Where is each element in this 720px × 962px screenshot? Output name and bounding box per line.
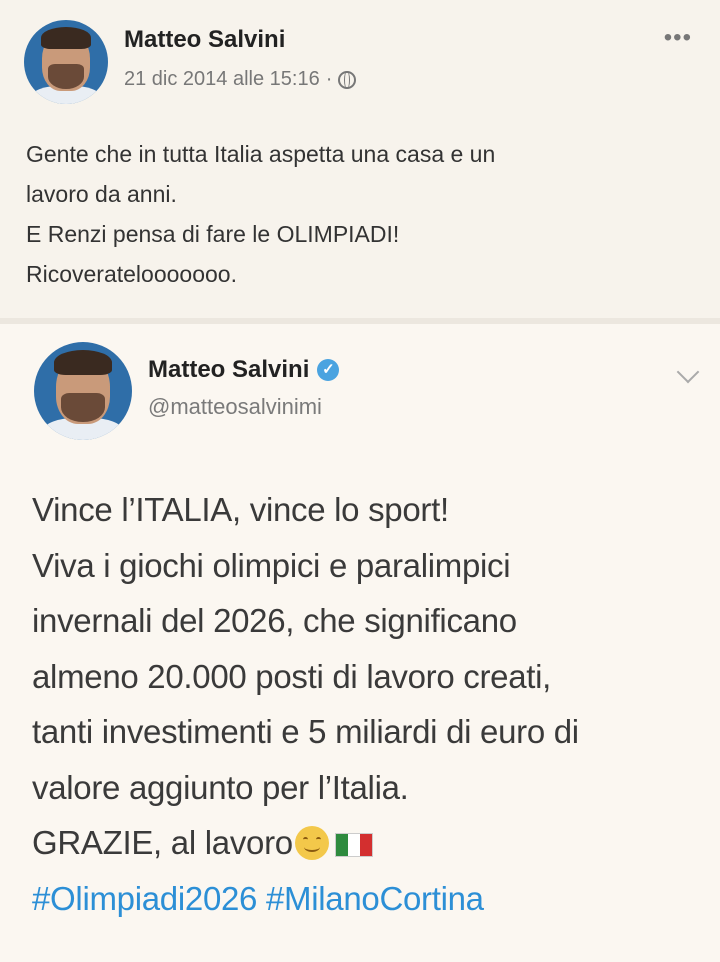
tweet-text-line-last: GRAZIE, al lavoro [32,815,702,871]
post-text-line: E Renzi pensa di fare le OLIMPIADI! [26,221,400,247]
more-options-icon[interactable]: ••• [664,24,692,52]
hashtag-link[interactable]: #MilanoCortina [266,880,484,917]
hashtag-line: #Olimpiadi2026 #MilanoCortina [32,871,702,927]
globe-icon [338,70,357,89]
avatar[interactable] [34,342,132,440]
post-meta: 21 dic 2014 alle 15:16 · [124,68,357,91]
smiling-face-icon [294,826,329,860]
tweet-text-line: tanti investimenti e 5 miliardi di euro … [32,713,579,750]
tweet-text-line: almeno 20.000 posti di lavoro creati, [32,657,552,695]
post-text-line: Gente che in tutta Italia aspetta una ca… [26,141,496,167]
post-text-line: lavoro da anni. [26,181,177,207]
tweet-text-line: valore aggiunto per l’Italia. [32,768,409,806]
tweet-card: Matteo Salvini ✓ @matteosalvinimi Vince … [0,324,720,962]
chevron-down-icon[interactable] [676,360,700,384]
tweet-author[interactable]: Matteo Salvini ✓ [148,356,340,384]
tweet-handle[interactable]: @matteosalvinimi [148,394,322,420]
post-timestamp[interactable]: 21 dic 2014 alle 15:16 [124,68,320,91]
tweet-text-segment: GRAZIE, al lavoro [32,824,293,861]
meta-separator: · [325,68,333,90]
facebook-post: Matteo Salvini 21 dic 2014 alle 15:16 · … [0,0,720,318]
verified-badge-icon: ✓ [317,359,340,381]
tweet-text-line: Viva i giochi olimpici e paralimpici [32,546,511,584]
tweet-author-name[interactable]: Matteo Salvini [148,356,309,384]
hashtag-link[interactable]: #Olimpiadi2026 [32,880,257,917]
tweet-text-line: invernali del 2026, che significano [32,602,517,639]
post-text: Gente che in tutta Italia aspetta una ca… [26,134,696,294]
tweet-text: Vince l’ITALIA, vince lo sport! Viva i g… [32,482,702,926]
avatar[interactable] [24,20,108,104]
post-author-name[interactable]: Matteo Salvini [124,26,285,54]
tweet-text-line: Vince l’ITALIA, vince lo sport! [32,491,449,528]
post-text-line: Ricoveratelooooooo. [26,261,237,287]
italy-flag-icon [334,833,373,857]
